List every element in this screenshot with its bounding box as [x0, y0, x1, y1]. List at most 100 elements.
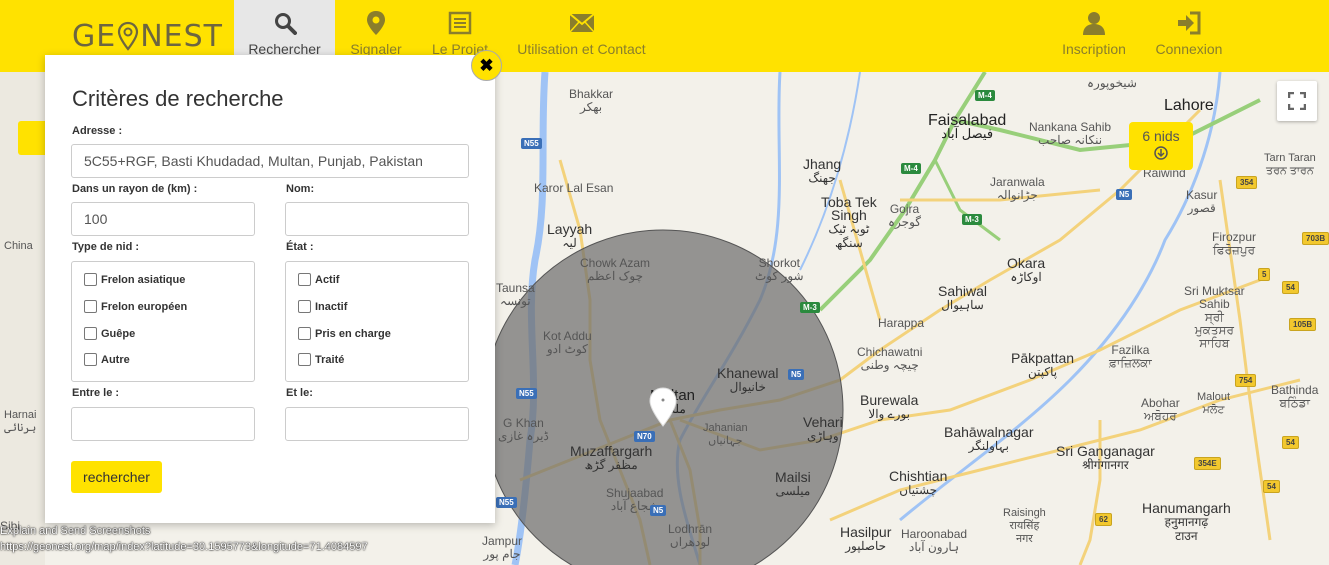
road-shield: N55 — [496, 497, 517, 508]
search-criteria-panel: Critères de recherche Adresse : Dans un … — [45, 55, 495, 523]
road-shield: N5 — [1116, 189, 1133, 200]
state-group: Actif Inactif Pris en charge Traité — [285, 261, 469, 382]
road-shield: 754 — [1235, 374, 1257, 387]
nests-count-badge[interactable]: 6 nids — [1129, 122, 1193, 170]
name-input[interactable] — [285, 202, 469, 236]
nest-type-option[interactable]: Frelon européen — [84, 300, 187, 313]
nav-utilisation-contact[interactable]: Utilisation et Contact — [510, 0, 653, 72]
checkbox[interactable] — [298, 300, 311, 313]
map-label: Firozpur ਫਿਰੋਜ਼ਪੁਰ — [1212, 230, 1257, 257]
map-label: Faisalabad فیصل آباد — [928, 112, 1007, 141]
to-date-input[interactable] — [285, 407, 469, 441]
map-label: Bahāwalnagar بہاولنگر — [944, 424, 1034, 453]
map-label: Shorkot شور کوٹ — [755, 256, 804, 283]
map-label: Harappa — [878, 316, 925, 330]
checkbox[interactable] — [298, 353, 311, 366]
map-label: Jahanian جہانیاں — [703, 422, 748, 447]
address-input[interactable] — [71, 144, 469, 178]
from-date-label: Entre le : — [72, 387, 120, 399]
location-marker-icon[interactable] — [648, 387, 678, 427]
map-label: Okara اوکاڑہ — [1007, 255, 1046, 284]
map-label: Jampur جام پور — [482, 534, 523, 561]
map-label: شیخوپورہ — [1087, 76, 1137, 90]
map-label: Layyah لیہ — [547, 221, 593, 250]
fullscreen-button[interactable] — [1277, 81, 1317, 121]
map-label: Sri Ganganagar श्रीगंगानगर — [1056, 443, 1155, 472]
map-label: Lahore — [1164, 97, 1214, 114]
nest-type-option[interactable]: Autre — [84, 353, 130, 366]
map-label: G Khan ڈیرہ غازی — [498, 416, 549, 443]
checkbox[interactable] — [84, 300, 97, 313]
fullscreen-icon — [1288, 92, 1306, 110]
road-shield: M-4 — [975, 90, 995, 101]
from-date-input[interactable] — [71, 407, 255, 441]
map-label: Toba Tek Singh ٹوبہ ٹیک سنگھ — [821, 194, 877, 250]
search-panel-tab[interactable] — [18, 121, 48, 155]
nav-label: Inscription — [1062, 41, 1126, 57]
nest-type-option[interactable]: Guêpe — [84, 327, 135, 340]
geonest-logo[interactable]: GE NEST — [72, 18, 223, 54]
map-label: Taunsa تونسہ — [496, 281, 535, 308]
road-shield: N55 — [516, 388, 537, 399]
sign-in-icon — [1176, 10, 1202, 36]
road-shield: N5 — [650, 505, 667, 516]
checkbox[interactable] — [298, 327, 311, 340]
checkbox[interactable] — [298, 273, 311, 286]
map-label: Malout ਮਲੋਟ — [1197, 391, 1231, 416]
map-label: Chowk Azam چوک اعظم — [580, 256, 651, 283]
road-shield: 54 — [1282, 281, 1299, 294]
map-label: Raisingh रायसिंह नगर — [1003, 507, 1046, 545]
map-label: Vehari وہاڑی — [803, 414, 843, 443]
map-label: Sri Muktsar Sahib ਸ੍ਰੀ ਮੁਕਤਸਰ ਸਾਹਿਬ — [1184, 284, 1245, 350]
name-label: Nom: — [286, 183, 315, 195]
map-label: Abohar ਅਬੋਹਰ — [1141, 396, 1180, 423]
nest-type-option[interactable]: Frelon asiatique — [84, 273, 185, 286]
road-shield: M-4 — [901, 163, 921, 174]
checkbox[interactable] — [84, 353, 97, 366]
nest-type-label: Type de nid : — [72, 241, 140, 253]
road-shield: 54 — [1282, 436, 1299, 449]
nav-connexion[interactable]: Connexion — [1150, 0, 1228, 72]
checkbox[interactable] — [84, 273, 97, 286]
road-shield: M-3 — [800, 302, 820, 313]
map-label: Pākpattan پاکپتن — [1011, 350, 1075, 379]
map-label: Fazilka ਫ਼ਾਜ਼ਿਲਕਾ — [1109, 343, 1152, 370]
map-label: Hanumangarh हनुमानगढ़ टाउन — [1142, 500, 1231, 543]
to-date-label: Et le: — [286, 387, 313, 399]
user-icon — [1081, 10, 1107, 36]
road-shield: 703B — [1302, 232, 1329, 245]
road-shield: 354E — [1194, 457, 1221, 470]
search-button[interactable]: rechercher — [71, 461, 162, 493]
radius-input[interactable] — [71, 202, 255, 236]
url-text: https://geonest.org/map/index?latitude=3… — [0, 541, 368, 553]
map-label: Hasilpur حاصلپور — [840, 524, 892, 553]
map-pin-icon — [363, 10, 389, 36]
envelope-icon — [568, 10, 595, 36]
state-option[interactable]: Inactif — [298, 300, 347, 313]
checkbox[interactable] — [84, 327, 97, 340]
map-label: Bhakkar بھکر — [569, 87, 614, 114]
nav-label: Connexion — [1155, 41, 1223, 57]
map-label: Muzaffargarh مظفر گڑھ — [570, 443, 653, 472]
state-option[interactable]: Pris en charge — [298, 327, 391, 340]
document-list-icon — [447, 10, 473, 36]
state-option[interactable]: Actif — [298, 273, 339, 286]
map-label: Jaranwala جڑانوالہ — [990, 175, 1045, 202]
road-shield: 54 — [1263, 480, 1280, 493]
map-label: China — [4, 240, 33, 252]
logo-pin-icon — [118, 21, 139, 51]
map-label: Mailsi میلسی — [775, 469, 811, 498]
map-label: Kasur قصور — [1186, 188, 1218, 215]
nav-inscription[interactable]: Inscription — [1057, 0, 1131, 72]
road-shield: N5 — [788, 369, 805, 380]
state-option[interactable]: Traité — [298, 353, 344, 366]
map-label: Gojra گوجرہ — [888, 202, 921, 229]
road-shield: 105B — [1289, 318, 1317, 331]
road-shield: N55 — [521, 138, 542, 149]
close-panel-button[interactable]: ✖ — [471, 50, 502, 81]
address-label: Adresse : — [72, 125, 123, 137]
map-label: Tarn Taran ਤਰਨ ਤਾਰਨ — [1264, 152, 1316, 177]
search-icon — [272, 10, 298, 36]
map-label: Harnai ہرنائی — [4, 409, 37, 434]
map-label: Bathinda ਬਠਿੰਡਾ — [1271, 383, 1319, 410]
